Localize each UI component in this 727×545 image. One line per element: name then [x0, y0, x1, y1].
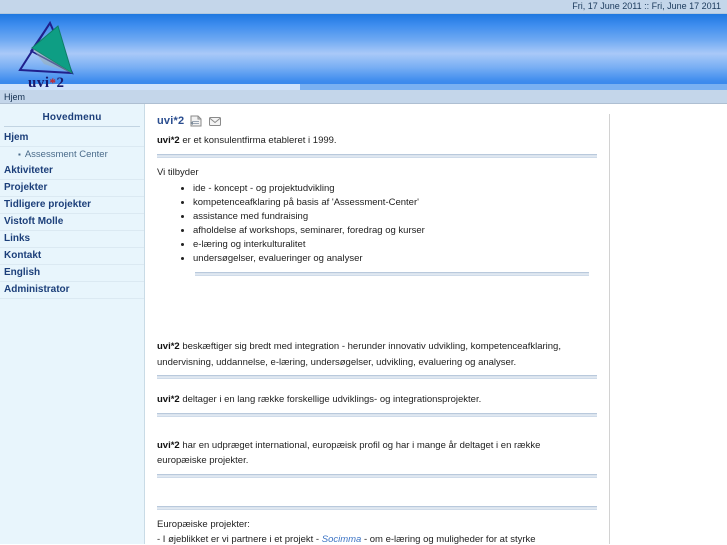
- paragraph-4-line2: europæiske projekter.: [157, 455, 249, 466]
- sidebar-link-kontakt[interactable]: Kontakt: [0, 248, 144, 265]
- breadcrumb: Hjem: [0, 90, 727, 104]
- sidebar-item-administrator[interactable]: Administrator: [0, 282, 144, 299]
- list-item: ide - koncept - og projektudvikling: [193, 182, 599, 196]
- logo-star: *: [49, 75, 57, 90]
- paragraph-2-line2: undervisning, uddannelse, e-læring, unde…: [157, 356, 517, 368]
- sidebar: Hovedmenu Hjem Assessment Center Aktivit…: [0, 104, 145, 544]
- sidebar-link-projekter[interactable]: Projekter: [0, 180, 144, 197]
- list-item: kompetenceafklaring på basis af 'Assessm…: [193, 196, 599, 210]
- sidebar-link-aktiviteter[interactable]: Aktiviteter: [0, 163, 144, 180]
- breadcrumb-item-hjem[interactable]: Hjem: [4, 92, 25, 102]
- paragraph-4-line1: har en udpræget international, europæisk…: [179, 439, 541, 451]
- sidebar-item-assessment-center[interactable]: Assessment Center: [0, 147, 144, 163]
- sidebar-link-english[interactable]: English: [0, 265, 144, 282]
- site-header-banner: uvi*2: [0, 14, 727, 90]
- date-bar: Fri, 17 June 2011 :: Fri, June 17 2011: [0, 0, 727, 14]
- article-intro-rest: er et konsulentfirma etableret i 1999.: [179, 135, 337, 146]
- paragraph-3: uvi*2 deltager i en lang række forskelli…: [157, 393, 599, 407]
- article-container: uvi*2 uvi*2 er et konsulentfirma etabler…: [155, 114, 610, 544]
- paragraph-4: uvi*2 har en udpræget international, eur…: [157, 439, 599, 453]
- sidebar-link-assessment-center[interactable]: Assessment Center: [0, 147, 144, 163]
- socimma-link[interactable]: Socimma: [322, 534, 362, 544]
- sidebar-item-kontakt[interactable]: Kontakt: [0, 248, 144, 265]
- paragraph-2-line1: beskæftiger sig bredt med integration - …: [179, 341, 561, 352]
- sidebar-link-vistoft-molle[interactable]: Vistoft Molle: [0, 214, 144, 231]
- divider-5: [157, 473, 597, 478]
- sidebar-link-links[interactable]: Links: [0, 231, 144, 248]
- main-menu: Hjem Assessment Center Aktiviteter Proje…: [0, 130, 144, 299]
- vertical-spacer: [155, 486, 599, 500]
- article-header: uvi*2: [157, 114, 599, 128]
- list-item: afholdelse af workshops, seminarer, fore…: [193, 224, 599, 238]
- divider-3: [157, 375, 597, 379]
- logo-wordmark: uvi*2: [28, 75, 65, 91]
- print-icon[interactable]: [189, 114, 203, 128]
- email-icon[interactable]: [208, 114, 222, 128]
- site-logo[interactable]: uvi*2: [14, 18, 100, 90]
- paragraph-4-bold: uvi*2: [157, 439, 180, 451]
- divider-2: [195, 272, 589, 276]
- logo-word: uvi: [28, 75, 50, 91]
- sidebar-item-projekter[interactable]: Projekter: [0, 180, 144, 197]
- date-text: Fri, 17 June 2011 :: Fri, June 17 2011: [572, 1, 721, 11]
- offer-list: ide - koncept - og projektudvikling komp…: [155, 182, 599, 266]
- divider-4: [157, 412, 597, 417]
- vertical-spacer: [155, 425, 599, 439]
- sidebar-item-aktiviteter[interactable]: Aktiviteter: [0, 163, 144, 180]
- article-title: uvi*2: [157, 115, 185, 127]
- sidebar-item-hjem[interactable]: Hjem: [0, 130, 144, 147]
- eu-line-pre: - I øjeblikket er vi partnere i et proje…: [157, 534, 322, 544]
- sidebar-module-title: Hovedmenu: [4, 104, 140, 127]
- paragraph-2: uvi*2 beskæftiger sig bredt med integrat…: [157, 340, 599, 354]
- sidebar-item-vistoft-molle[interactable]: Vistoft Molle: [0, 214, 144, 231]
- sidebar-link-tidligere-projekter[interactable]: Tidligere projekter: [0, 197, 144, 214]
- vertical-spacer: [155, 284, 599, 340]
- sidebar-item-links[interactable]: Links: [0, 231, 144, 248]
- page-body: Hovedmenu Hjem Assessment Center Aktivit…: [0, 104, 727, 544]
- article-intro: uvi*2 er et konsulentfirma etableret i 1…: [157, 134, 599, 148]
- article-intro-bold: uvi*2: [157, 135, 180, 146]
- eu-line-post: - om e-læring og muligheder for at styrk…: [361, 534, 536, 544]
- logo-suffix: 2: [56, 75, 65, 91]
- logo-triangles-icon: [18, 20, 74, 75]
- divider-1: [157, 153, 597, 158]
- list-item: assistance med fundraising: [193, 210, 599, 224]
- offer-heading: Vi tilbyder: [157, 166, 199, 178]
- sidebar-link-administrator[interactable]: Administrator: [0, 282, 144, 299]
- paragraph-3-rest: deltager i en lang række forskellige udv…: [179, 394, 482, 405]
- paragraph-3-bold: uvi*2: [157, 394, 180, 405]
- list-item: e-læring og interkulturalitet: [193, 238, 599, 252]
- content-area: uvi*2 uvi*2 er et konsulentfirma etabler…: [145, 104, 727, 544]
- divider-6: [157, 505, 597, 510]
- sidebar-item-tidligere-projekter[interactable]: Tidligere projekter: [0, 197, 144, 214]
- sidebar-link-hjem[interactable]: Hjem: [0, 130, 144, 147]
- paragraph-2-bold: uvi*2: [157, 341, 180, 352]
- header-band-right: [300, 84, 727, 90]
- eu-projects-heading: Europæiske projekter:: [157, 518, 250, 530]
- eu-projects-line: - I øjeblikket er vi partnere i et proje…: [157, 533, 599, 544]
- list-item: undersøgelser, evalueringer og analyser: [193, 252, 599, 266]
- sidebar-item-english[interactable]: English: [0, 265, 144, 282]
